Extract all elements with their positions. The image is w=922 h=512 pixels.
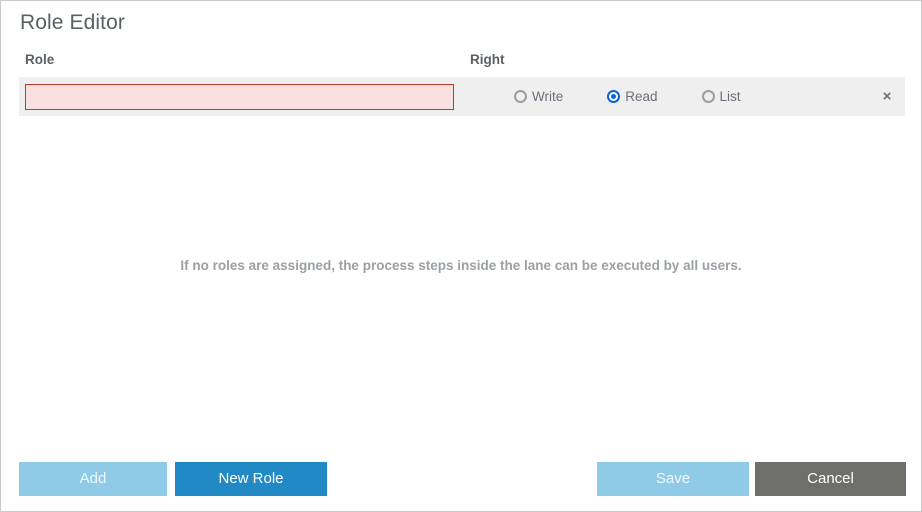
column-header-right: Right — [470, 52, 505, 67]
radio-label-write: Write — [532, 89, 564, 104]
role-name-input[interactable] — [25, 84, 454, 110]
close-icon[interactable]: × — [878, 88, 896, 106]
hint-message: If no roles are assigned, the process st… — [180, 258, 742, 273]
page-title: Role Editor — [20, 11, 125, 34]
role-editor-dialog: Role Editor Role Right Write Read List ×… — [0, 0, 922, 512]
radio-circle-icon — [514, 90, 527, 103]
radio-circle-selected-icon — [607, 90, 621, 103]
new-role-button[interactable]: New Role — [175, 462, 327, 496]
radio-label-read: Read — [625, 89, 658, 104]
role-row: Write Read List × — [19, 77, 905, 116]
radio-option-list[interactable]: List — [701, 89, 741, 104]
save-button[interactable]: Save — [597, 462, 749, 496]
right-radio-group: Write Read List — [514, 77, 785, 116]
radio-option-write[interactable]: Write — [514, 89, 563, 104]
radio-label-list: List — [719, 89, 741, 104]
radio-option-read[interactable]: Read — [607, 89, 658, 104]
add-button[interactable]: Add — [19, 462, 167, 496]
column-header-role: Role — [25, 52, 55, 67]
cancel-button[interactable]: Cancel — [755, 462, 906, 496]
radio-circle-icon — [701, 90, 715, 103]
